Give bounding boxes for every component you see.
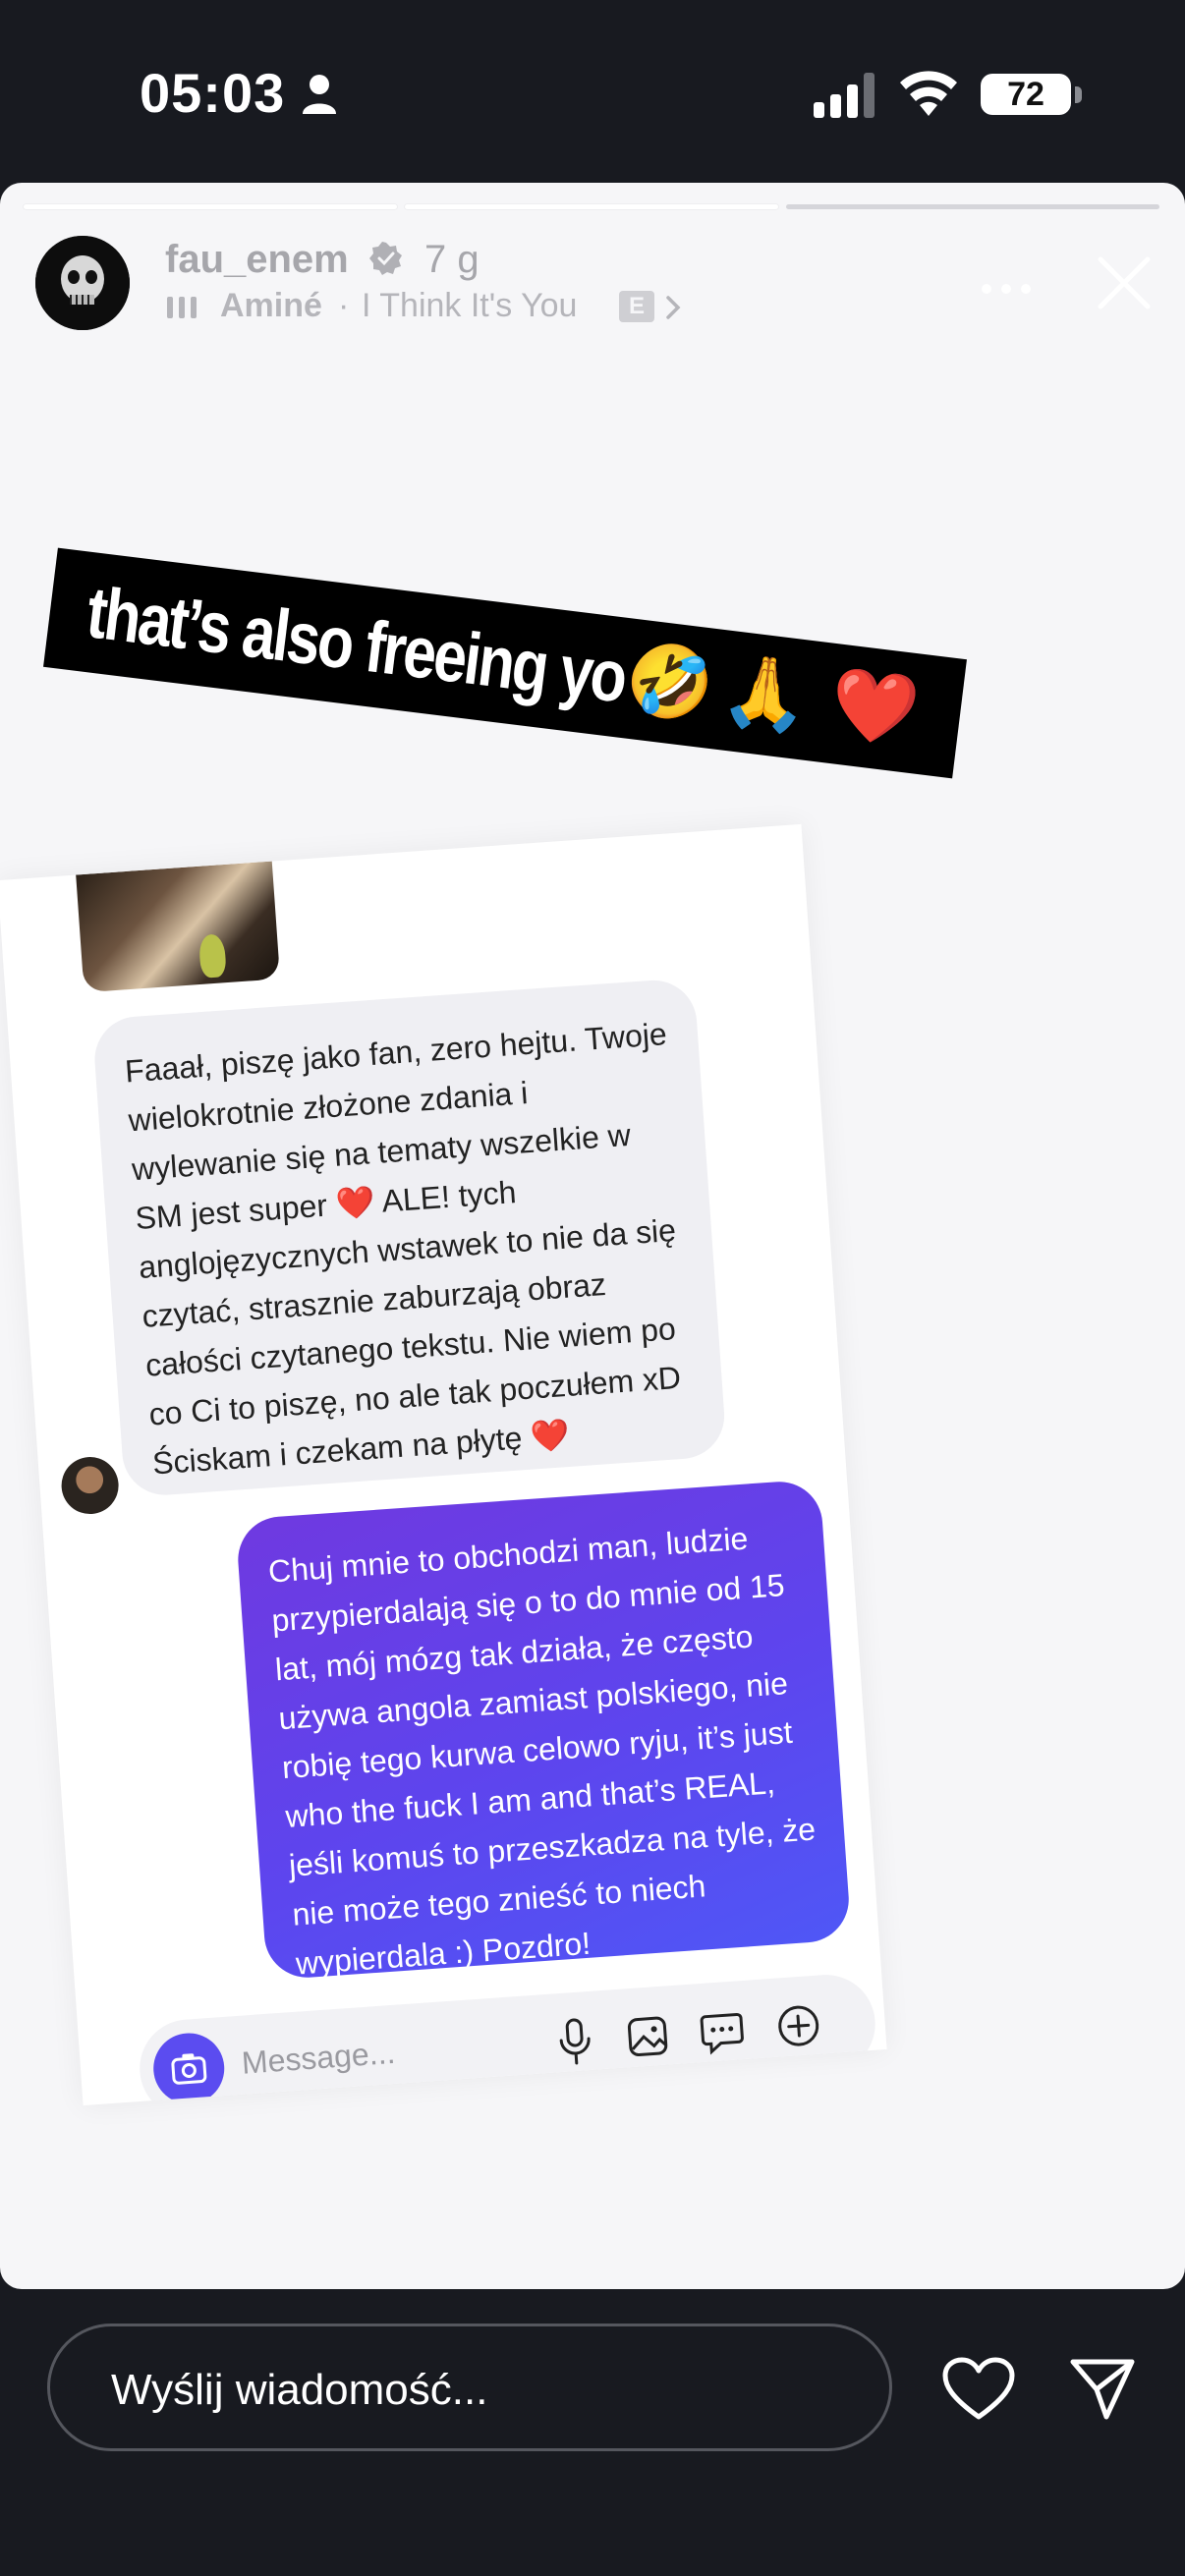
battery-indicator: 72: [981, 74, 1071, 115]
caption-text: that’s also freeing yo: [83, 571, 630, 718]
music-bars-icon: [167, 297, 197, 318]
person-icon: [303, 75, 336, 114]
dm-message-input: Message...: [240, 2034, 397, 2081]
music-separator: ·: [338, 287, 350, 324]
gallery-icon: [627, 2016, 668, 2057]
close-icon[interactable]: [1095, 253, 1154, 312]
wifi-icon: [900, 71, 957, 116]
status-bar: 05:03 72: [0, 0, 1185, 187]
microphone-icon: [559, 2018, 591, 2065]
camera-icon: [171, 2053, 207, 2085]
story-viewer: 05:03 72 fau_enem 7 g Aminé · I Think It…: [0, 0, 1185, 2576]
dm-screenshot-image: Faaał, piszę jako fan, zero hejtu. Twoje…: [0, 823, 887, 2106]
explicit-badge: E: [619, 291, 654, 322]
user-avatar[interactable]: [35, 236, 130, 330]
rolling-laughing-emoji-icon: 🤣: [621, 635, 719, 728]
received-message-text: Faaał, piszę jako fan, zero hejtu. Twoje…: [124, 1016, 683, 1482]
shared-photo: [76, 861, 281, 993]
story-card[interactable]: fau_enem 7 g Aminé · I Think It's You E …: [0, 183, 1185, 2289]
story-progress-segment-3: [786, 204, 1159, 209]
sender-avatar: [59, 1455, 121, 1517]
battery-level: 72: [1007, 76, 1044, 113]
story-username[interactable]: fau_enem: [165, 238, 349, 282]
sent-message-bubble: Chuj mnie to obchodzi man, ludzie przypi…: [235, 1479, 852, 1982]
red-heart-emoji-icon: ❤️: [825, 660, 924, 754]
caption-sticker: that’s also freeing yo 🤣 🙏 ❤️: [43, 547, 967, 779]
received-message-bubble: Faaał, piszę jako fan, zero hejtu. Twoje…: [91, 977, 728, 1498]
plus-icon: [778, 2005, 819, 2046]
story-time-ago: 7 g: [424, 238, 480, 281]
story-reply-placeholder: Wyślij wiadomość...: [111, 2366, 488, 2414]
skull-avatar-icon: [35, 236, 130, 330]
cellular-signal-icon: [814, 73, 875, 118]
story-progress-segment-1: [24, 204, 397, 209]
music-title[interactable]: I Think It's You: [362, 287, 577, 325]
story-reply-input[interactable]: Wyślij wiadomość...: [47, 2324, 892, 2451]
sticker-chat-icon: [700, 2012, 744, 2055]
chevron-right-icon[interactable]: [664, 293, 684, 322]
status-time: 05:03: [140, 62, 286, 124]
dm-composer: Message...: [136, 1971, 879, 2106]
send-paper-plane-icon[interactable]: [1067, 2354, 1138, 2425]
camera-button: [150, 2031, 227, 2106]
like-heart-icon[interactable]: [941, 2356, 1016, 2423]
more-options-icon[interactable]: [979, 281, 1034, 297]
music-artist[interactable]: Aminé: [220, 287, 322, 325]
praying-hands-emoji-icon: 🙏: [716, 646, 815, 740]
sent-message-text: Chuj mnie to obchodzi man, ludzie przypi…: [266, 1520, 818, 1982]
verified-badge-icon: [369, 242, 402, 275]
photo-detail: [198, 933, 227, 979]
story-progress-segment-2: [405, 204, 778, 209]
battery-cap: [1075, 86, 1082, 103]
